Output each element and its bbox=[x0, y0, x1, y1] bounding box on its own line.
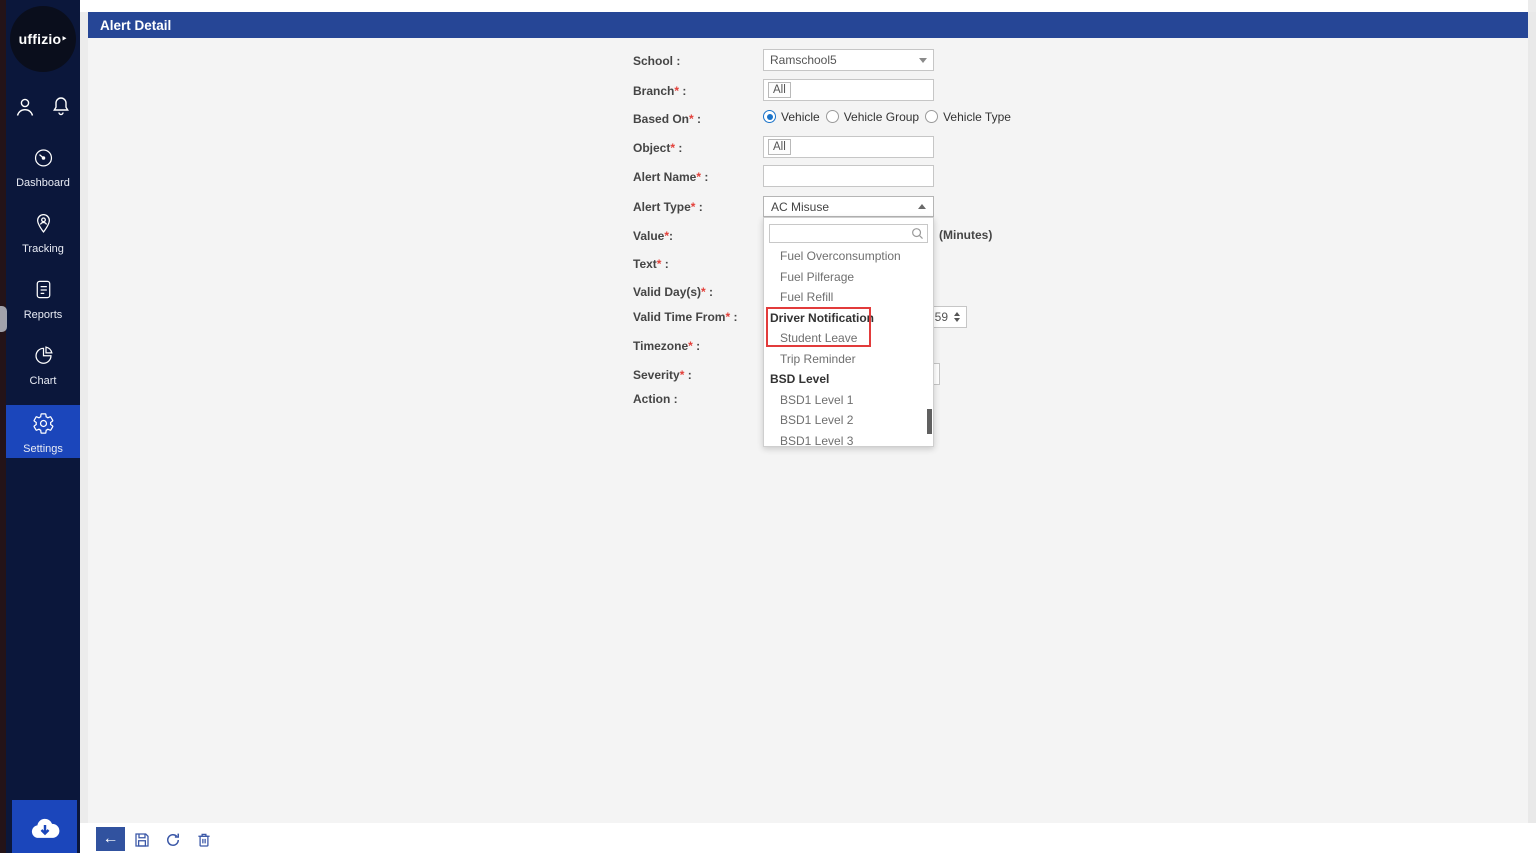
field-label-text: Text* : bbox=[633, 257, 669, 272]
sidebar-item-chart[interactable]: Chart bbox=[6, 344, 80, 387]
dashboard-gauge-icon bbox=[32, 146, 55, 169]
refresh-icon[interactable] bbox=[164, 831, 182, 849]
chevron-down-icon bbox=[919, 58, 927, 63]
branch-input[interactable]: All bbox=[763, 79, 934, 101]
object-chip[interactable]: All bbox=[768, 139, 791, 155]
field-label-alert-name: Alert Name* : bbox=[633, 170, 708, 185]
radio-icon bbox=[826, 110, 839, 123]
right-margin bbox=[1528, 12, 1536, 853]
reports-document-icon bbox=[32, 278, 55, 301]
back-arrow-icon: ← bbox=[103, 830, 119, 848]
time-spinner-icon[interactable] bbox=[954, 312, 960, 322]
cloud-download-button[interactable] bbox=[12, 800, 77, 853]
sidebar-item-label: Chart bbox=[6, 375, 80, 387]
alert-type-dropdown: Fuel Overconsumption Fuel Pilferage Fuel… bbox=[763, 217, 934, 447]
sidebar-item-label: Dashboard bbox=[6, 177, 80, 189]
top-strip bbox=[80, 0, 1528, 12]
sidebar-item-settings[interactable]: Settings bbox=[6, 405, 80, 458]
search-icon bbox=[911, 227, 924, 240]
trash-icon[interactable] bbox=[195, 831, 213, 849]
field-label-school: School : bbox=[633, 54, 680, 69]
sidebar-item-reports[interactable]: Reports bbox=[6, 278, 80, 321]
chevron-up-icon bbox=[918, 204, 926, 209]
dropdown-option[interactable]: BSD1 Level 3 bbox=[764, 431, 934, 448]
page-header: Alert Detail bbox=[88, 12, 1528, 38]
radio-vehicle-type[interactable]: Vehicle Type bbox=[925, 110, 1011, 124]
bottom-toolbar bbox=[80, 823, 1536, 853]
value-unit-hint: (Minutes) bbox=[939, 228, 992, 243]
app-window: Alert Detail uffizio Dashboard Tracking … bbox=[0, 0, 1536, 853]
field-label-severity: Severity* : bbox=[633, 368, 692, 383]
alert-name-input[interactable] bbox=[763, 165, 934, 187]
dropdown-option[interactable]: Trip Reminder bbox=[764, 349, 934, 370]
dropdown-group-header: BSD Level bbox=[764, 369, 934, 390]
field-label-alert-type: Alert Type* : bbox=[633, 200, 703, 215]
dropdown-scrollbar[interactable] bbox=[927, 409, 932, 434]
tracking-pin-icon bbox=[32, 212, 55, 235]
dropdown-option[interactable]: Fuel Pilferage bbox=[764, 267, 934, 288]
sidebar-item-label: Reports bbox=[6, 309, 80, 321]
radio-icon bbox=[925, 110, 938, 123]
radio-selected-icon bbox=[763, 110, 776, 123]
gear-icon bbox=[32, 412, 55, 435]
save-floppy-icon[interactable] bbox=[133, 831, 151, 849]
field-label-value: Value*: bbox=[633, 229, 673, 244]
alert-type-select-value: AC Misuse bbox=[771, 200, 829, 214]
field-label-based-on: Based On* : bbox=[633, 112, 701, 127]
field-label-valid-time-from: Valid Time From* : bbox=[633, 310, 738, 325]
dropdown-option[interactable]: Fuel Refill bbox=[764, 287, 934, 308]
sidebar-item-dashboard[interactable]: Dashboard bbox=[6, 146, 80, 189]
alert-type-select[interactable]: AC Misuse bbox=[763, 196, 934, 217]
dropdown-option[interactable]: BSD1 Level 2 bbox=[764, 410, 934, 431]
dropdown-option[interactable]: Fuel Overconsumption bbox=[764, 246, 934, 267]
pie-chart-icon bbox=[32, 344, 55, 367]
school-select-value: Ramschool5 bbox=[770, 53, 837, 67]
cloud-download-icon bbox=[28, 812, 62, 842]
back-button[interactable]: ← bbox=[96, 827, 125, 851]
sidebar-item-label: Tracking bbox=[6, 243, 80, 255]
field-label-action: Action : bbox=[633, 392, 678, 407]
radio-vehicle[interactable]: Vehicle bbox=[763, 110, 820, 124]
user-icon[interactable] bbox=[13, 95, 37, 119]
brand-logo[interactable]: uffizio bbox=[10, 6, 76, 72]
brand-logo-text: uffizio bbox=[19, 31, 68, 47]
radio-vehicle-group[interactable]: Vehicle Group bbox=[826, 110, 919, 124]
sidebar-item-tracking[interactable]: Tracking bbox=[6, 212, 80, 255]
field-label-branch: Branch* : bbox=[633, 84, 686, 99]
page-title: Alert Detail bbox=[100, 18, 171, 33]
dropdown-option[interactable]: BSD1 Level 1 bbox=[764, 390, 934, 411]
object-input[interactable]: All bbox=[763, 136, 934, 158]
based-on-radio-group: Vehicle Vehicle Group Vehicle Type bbox=[763, 110, 1011, 124]
bell-icon[interactable] bbox=[49, 94, 73, 118]
field-label-object: Object* : bbox=[633, 141, 682, 156]
dropdown-group-header[interactable]: Driver Notification bbox=[764, 308, 934, 329]
dropdown-search-input[interactable] bbox=[769, 224, 928, 243]
field-label-timezone: Timezone* : bbox=[633, 339, 700, 354]
field-label-valid-days: Valid Day(s)* : bbox=[633, 285, 713, 300]
sidebar-item-label: Settings bbox=[6, 443, 80, 455]
dropdown-option[interactable]: Student Leave bbox=[764, 328, 934, 349]
branch-chip[interactable]: All bbox=[768, 82, 791, 98]
school-select[interactable]: Ramschool5 bbox=[763, 49, 934, 71]
dropdown-option-list: Fuel Overconsumption Fuel Pilferage Fuel… bbox=[764, 246, 934, 447]
